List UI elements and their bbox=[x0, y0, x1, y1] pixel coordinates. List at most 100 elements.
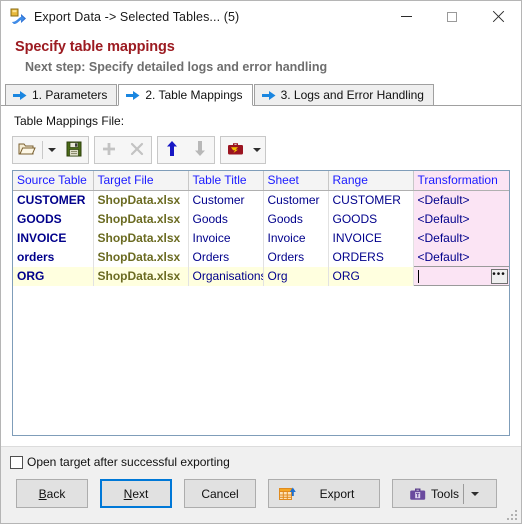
column-header-range[interactable]: Range bbox=[328, 171, 414, 191]
tools-footer-dropdown[interactable] bbox=[464, 491, 486, 496]
cell-transformation[interactable]: <Default> bbox=[413, 190, 509, 210]
window-controls bbox=[383, 1, 521, 32]
table-row[interactable]: orders ShopData.xlsx Orders Orders ORDER… bbox=[13, 247, 509, 267]
table-row[interactable]: CUSTOMER ShopData.xlsx Customer Customer… bbox=[13, 190, 509, 210]
cell-target-file[interactable]: ShopData.xlsx bbox=[93, 190, 189, 210]
minimize-icon bbox=[400, 16, 412, 17]
table-mappings-grid[interactable]: Source Table Target File Table Title She… bbox=[12, 170, 510, 436]
table-row-selected[interactable]: ORG ShopData.xlsx Organisations Org ORG … bbox=[13, 266, 509, 286]
minimize-button[interactable] bbox=[383, 1, 429, 32]
cross-icon bbox=[130, 142, 144, 159]
tab-parameters-label: 1. Parameters bbox=[32, 88, 108, 102]
tab-logs-label: 3. Logs and Error Handling bbox=[280, 88, 424, 102]
cell-sheet[interactable]: Invoice bbox=[263, 228, 329, 248]
row-edit-toolbar-group bbox=[94, 136, 152, 164]
page-title: Specify table mappings bbox=[15, 39, 175, 55]
transformation-ellipsis-button[interactable]: ••• bbox=[490, 268, 508, 284]
resize-grip[interactable] bbox=[507, 510, 518, 521]
back-button[interactable]: Back bbox=[16, 479, 88, 508]
cell-source-table[interactable]: orders bbox=[13, 247, 94, 267]
cell-range[interactable]: ORDERS bbox=[328, 247, 414, 267]
cell-sheet[interactable]: Customer bbox=[263, 190, 329, 210]
arrow-down-icon bbox=[194, 141, 206, 159]
tab-table-mappings-label: 2. Table Mappings bbox=[145, 88, 243, 102]
cell-source-table[interactable]: GOODS bbox=[13, 209, 94, 229]
text-caret bbox=[417, 269, 419, 283]
table-mappings-file-label: Table Mappings File: bbox=[14, 114, 125, 128]
cell-range[interactable]: CUSTOMER bbox=[328, 190, 414, 210]
delete-row-button[interactable] bbox=[123, 137, 151, 163]
export-button-label: Export bbox=[319, 486, 355, 501]
cell-table-title[interactable]: Organisations bbox=[188, 266, 264, 286]
column-header-source-table[interactable]: Source Table bbox=[13, 171, 94, 191]
open-target-checkbox-row[interactable]: Open target after successful exporting bbox=[1, 447, 521, 469]
column-header-transformation[interactable]: Transformation bbox=[413, 171, 509, 191]
cell-target-file[interactable]: ShopData.xlsx bbox=[93, 209, 189, 229]
toolbox-icon bbox=[409, 486, 427, 502]
tab-parameters[interactable]: 1. Parameters bbox=[5, 84, 118, 105]
export-data-icon bbox=[9, 8, 27, 26]
tab-table-mappings[interactable]: 2. Table Mappings bbox=[118, 84, 253, 106]
column-header-sheet[interactable]: Sheet bbox=[263, 171, 329, 191]
export-button[interactable]: Export bbox=[268, 479, 380, 508]
tools-button[interactable] bbox=[221, 137, 249, 163]
table-mappings-panel: Table Mappings File: Source Table Target… bbox=[1, 106, 521, 446]
tools-footer-button-label: Tools bbox=[430, 486, 459, 501]
table-row[interactable]: INVOICE ShopData.xlsx Invoice Invoice IN… bbox=[13, 228, 509, 248]
save-file-button[interactable] bbox=[60, 137, 88, 163]
open-file-dropdown[interactable] bbox=[44, 137, 60, 163]
cell-source-table[interactable]: INVOICE bbox=[13, 228, 94, 248]
mappings-toolbar bbox=[12, 136, 271, 164]
cell-transformation-editor[interactable]: ••• bbox=[412, 266, 509, 286]
maximize-button[interactable] bbox=[429, 1, 475, 32]
cancel-button[interactable]: Cancel bbox=[184, 479, 256, 508]
cell-table-title[interactable]: Goods bbox=[188, 209, 264, 229]
cell-target-file[interactable]: ShopData.xlsx bbox=[93, 228, 189, 248]
move-down-button[interactable] bbox=[186, 137, 214, 163]
tools-dropdown[interactable] bbox=[249, 137, 265, 163]
file-toolbar-group bbox=[12, 136, 89, 164]
window-title: Export Data -> Selected Tables... (5) bbox=[34, 9, 240, 24]
chevron-down-icon bbox=[253, 148, 261, 152]
next-button[interactable]: Next bbox=[100, 479, 172, 508]
cell-transformation[interactable]: <Default> bbox=[413, 247, 509, 267]
tools-footer-button[interactable]: Tools bbox=[392, 479, 497, 508]
open-file-button[interactable] bbox=[13, 137, 41, 163]
tools-toolbar-group bbox=[220, 136, 266, 164]
close-button[interactable] bbox=[475, 1, 521, 32]
cell-target-file[interactable]: ShopData.xlsx bbox=[93, 266, 189, 286]
column-header-target-file[interactable]: Target File bbox=[93, 171, 189, 191]
cell-table-title[interactable]: Invoice bbox=[188, 228, 264, 248]
briefcase-icon bbox=[227, 141, 244, 159]
plus-icon bbox=[102, 142, 116, 159]
open-target-checkbox[interactable] bbox=[10, 455, 23, 469]
move-toolbar-group bbox=[157, 136, 215, 164]
cell-sheet[interactable]: Orders bbox=[263, 247, 329, 267]
grid-header-row: Source Table Target File Table Title She… bbox=[13, 171, 509, 191]
cell-transformation[interactable]: <Default> bbox=[413, 228, 509, 248]
cell-transformation[interactable]: <Default> bbox=[413, 209, 509, 229]
arrow-right-icon bbox=[126, 90, 140, 101]
open-folder-icon bbox=[18, 141, 36, 159]
close-icon bbox=[492, 10, 505, 23]
column-header-table-title[interactable]: Table Title bbox=[188, 171, 264, 191]
cell-range[interactable]: ORG bbox=[328, 266, 414, 286]
cell-table-title[interactable]: Orders bbox=[188, 247, 264, 267]
cell-source-table[interactable]: CUSTOMER bbox=[13, 190, 94, 210]
add-row-button[interactable] bbox=[95, 137, 123, 163]
chevron-down-icon bbox=[48, 148, 56, 152]
page-subtitle: Next step: Specify detailed logs and err… bbox=[25, 60, 328, 74]
cell-source-table[interactable]: ORG bbox=[13, 266, 94, 286]
export-data-dialog: Export Data -> Selected Tables... (5) Sp… bbox=[0, 0, 522, 524]
cell-sheet[interactable]: Org bbox=[263, 266, 329, 286]
cell-target-file[interactable]: ShopData.xlsx bbox=[93, 247, 189, 267]
cell-range[interactable]: GOODS bbox=[328, 209, 414, 229]
arrow-right-icon bbox=[13, 90, 27, 101]
cell-table-title[interactable]: Customer bbox=[188, 190, 264, 210]
tab-logs-and-error-handling[interactable]: 3. Logs and Error Handling bbox=[253, 84, 434, 105]
cell-sheet[interactable]: Goods bbox=[263, 209, 329, 229]
footer-button-row: Back Next Cancel Export Tools bbox=[1, 479, 521, 508]
cell-range[interactable]: INVOICE bbox=[328, 228, 414, 248]
table-row[interactable]: GOODS ShopData.xlsx Goods Goods GOODS <D… bbox=[13, 209, 509, 229]
move-up-button[interactable] bbox=[158, 137, 186, 163]
